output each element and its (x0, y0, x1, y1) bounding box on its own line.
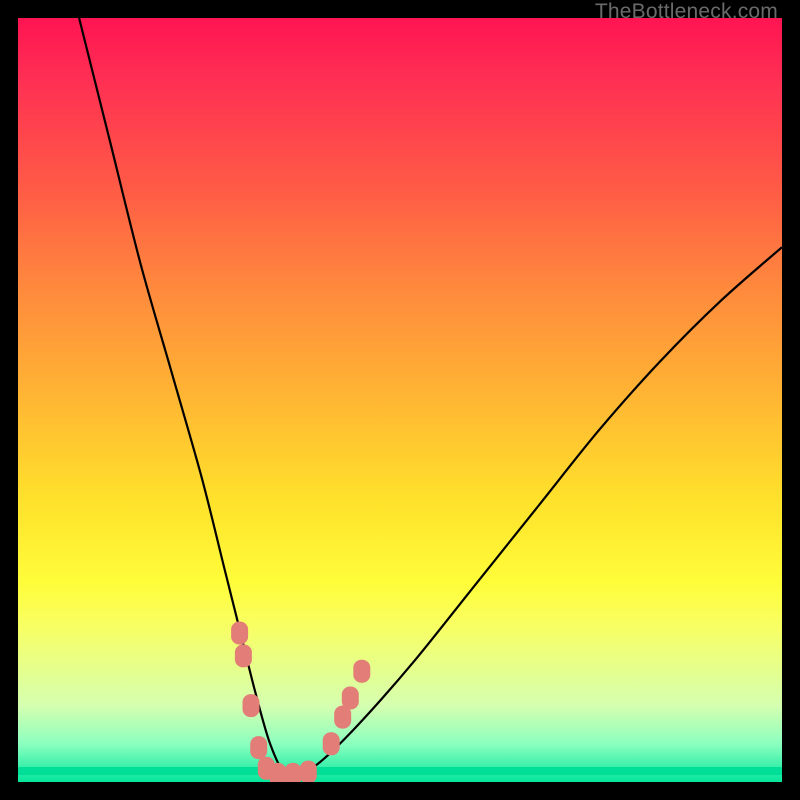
data-marker (353, 660, 370, 683)
data-marker (342, 687, 359, 710)
data-marker (231, 622, 248, 645)
data-marker (300, 761, 317, 782)
chart-svg (18, 18, 782, 782)
watermark-text: TheBottleneck.com (595, 0, 778, 24)
marker-group (231, 622, 370, 783)
data-marker (269, 763, 286, 782)
data-marker (285, 763, 302, 782)
chart-frame: TheBottleneck.com (0, 0, 800, 800)
plot-area (18, 18, 782, 782)
data-marker (323, 732, 340, 755)
data-marker (243, 694, 260, 717)
data-marker (235, 644, 252, 667)
bottleneck-curve (79, 18, 782, 777)
data-marker (250, 736, 267, 759)
